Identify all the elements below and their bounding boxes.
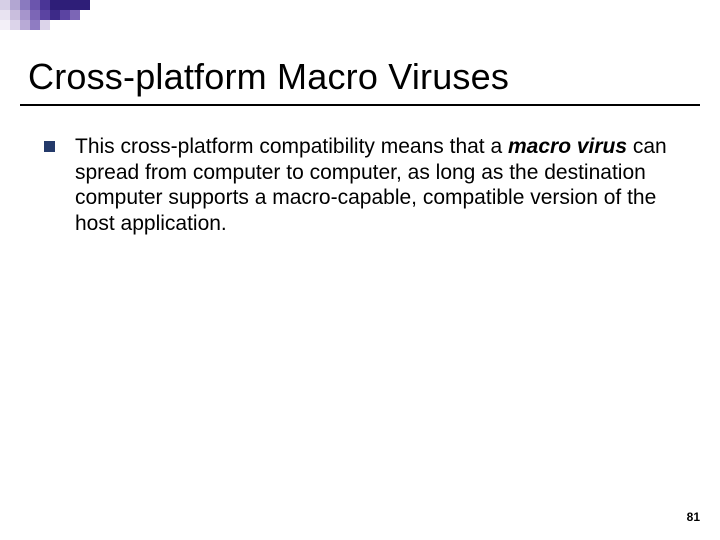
deco-square (40, 20, 50, 30)
corner-decoration (0, 0, 180, 40)
slide-body: This cross-platform compatibility means … (44, 134, 684, 236)
deco-square (70, 10, 80, 20)
deco-square (30, 20, 40, 30)
term-macro-virus: macro virus (508, 135, 627, 158)
deco-square (50, 0, 60, 10)
title-underline (20, 104, 700, 106)
slide-title: Cross-platform Macro Viruses (28, 56, 509, 98)
text-part: This cross-platform compatibility means … (75, 135, 508, 158)
deco-square (0, 0, 10, 10)
deco-square (60, 10, 70, 20)
deco-square (10, 0, 20, 10)
deco-square (30, 10, 40, 20)
deco-square (70, 0, 80, 10)
deco-square (60, 0, 70, 10)
deco-square (0, 20, 10, 30)
page-number: 81 (687, 510, 700, 524)
bullet-text: This cross-platform compatibility means … (75, 134, 684, 236)
deco-square (10, 10, 20, 20)
deco-square (20, 0, 30, 10)
deco-square (20, 20, 30, 30)
deco-square (80, 0, 90, 10)
deco-square (40, 10, 50, 20)
square-bullet-icon (44, 141, 55, 152)
deco-square (50, 10, 60, 20)
deco-square (20, 10, 30, 20)
deco-square (30, 0, 40, 10)
deco-square (0, 10, 10, 20)
bullet-item: This cross-platform compatibility means … (44, 134, 684, 236)
deco-square (10, 20, 20, 30)
deco-square (40, 0, 50, 10)
